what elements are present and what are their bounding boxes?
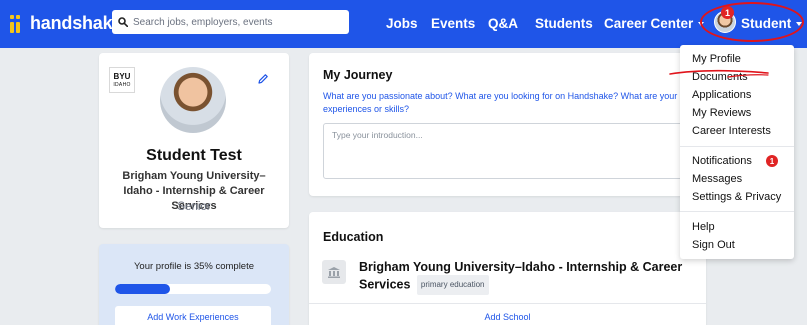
nav-jobs[interactable]: Jobs [386,16,418,31]
menu-item-my-reviews[interactable]: My Reviews [692,107,751,119]
add-school-button[interactable]: Add School [309,312,706,322]
search-input[interactable] [133,16,333,28]
nav-career-center-label: Career Center [604,16,694,31]
menu-item-applications[interactable]: Applications [692,89,751,101]
nav-qa[interactable]: Q&A [488,16,518,31]
education-school[interactable]: Brigham Young University–Idaho - Interns… [359,259,689,295]
menu-divider [680,146,794,147]
education-title: Education [323,230,384,244]
journey-question-link[interactable]: What are you passionate about? What are … [323,90,698,116]
nav-students[interactable]: Students [535,16,593,31]
profile-progress-card: Your profile is 35% complete Add Work Ex… [99,244,289,325]
pencil-icon[interactable] [257,73,269,85]
education-school-name: Brigham Young University–Idaho - Interns… [359,260,683,292]
divider [309,303,706,304]
add-work-experiences-button[interactable]: Add Work Experiences [115,306,271,325]
school-logo-top: BYU [113,72,131,81]
profile-card: BYU IDAHO Student Test Brigham Young Uni… [99,53,289,228]
menu-item-settings-privacy[interactable]: Settings & Privacy [692,191,781,203]
menu-item-help[interactable]: Help [692,221,715,233]
journey-card: My Journey What are you passionate about… [309,53,706,196]
chevron-down-icon [796,22,803,27]
search-icon [118,17,128,27]
menu-divider [680,211,794,212]
profile-progress-bar [115,284,271,294]
handshake-logo[interactable]: handshake [10,13,122,34]
nav-student-menu[interactable]: Student [741,16,803,31]
handshake-logo-icon [10,14,26,33]
menu-item-my-profile[interactable]: My Profile [692,53,741,65]
profile-name: Student Test [146,147,242,164]
profile-progress-text: Your profile is 35% complete [133,261,255,272]
building-icon [322,260,346,284]
top-nav-bar: handshake Jobs Events Q&A Students Caree… [0,0,807,48]
school-logo: BYU IDAHO [109,67,135,93]
nav-career-center[interactable]: Career Center [604,16,705,31]
notification-badge: 1 [721,6,734,19]
menu-item-messages[interactable]: Messages [692,173,742,185]
profile-progress-fill [115,284,170,294]
nav-events[interactable]: Events [431,16,475,31]
search-box[interactable] [112,10,349,34]
education-card: Education Brigham Young University–Idaho… [309,212,706,325]
profile-year: Senior [177,201,211,213]
school-logo-bottom: IDAHO [113,82,131,88]
brand-name: handshake [30,13,123,33]
menu-item-notifications[interactable]: Notifications [692,155,752,167]
menu-item-documents[interactable]: Documents [692,71,748,83]
chevron-down-icon [698,22,705,27]
profile-photo[interactable] [160,67,226,133]
menu-item-career-interests[interactable]: Career Interests [692,125,771,137]
notifications-badge: 1 [766,155,778,167]
student-dropdown-menu: My Profile Documents Applications My Rev… [680,45,794,259]
education-tag: primary education [416,275,489,295]
journey-title: My Journey [323,68,393,82]
introduction-input[interactable] [323,123,699,179]
nav-student-label: Student [741,16,792,31]
menu-item-sign-out[interactable]: Sign Out [692,239,735,251]
